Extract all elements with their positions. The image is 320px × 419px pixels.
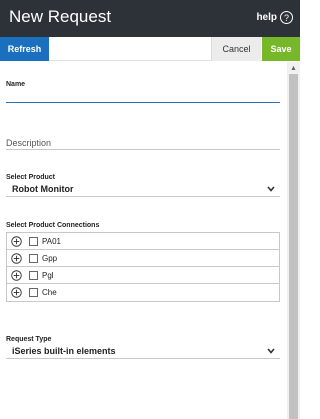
product-label: Select Product	[6, 174, 56, 181]
connection-row: Pgl	[7, 267, 279, 284]
connection-row: PA01	[7, 233, 279, 250]
app-header: New Request help ?	[0, 0, 300, 37]
connection-checkbox[interactable]	[29, 254, 38, 263]
chevron-down-icon	[267, 186, 275, 192]
request-type-select[interactable]: iSeries built-in elements	[6, 345, 280, 359]
refresh-button[interactable]: Refresh	[0, 37, 49, 61]
description-input[interactable]	[6, 136, 280, 150]
form-panel: Name Select Product Robot Monitor Select…	[0, 62, 287, 419]
request-type-label: Request Type	[6, 336, 52, 343]
name-input[interactable]	[6, 89, 280, 103]
help-link[interactable]: help ?	[256, 11, 293, 24]
connection-name: Pgl	[42, 271, 54, 280]
question-circle-icon: ?	[280, 11, 293, 24]
vertical-scrollbar[interactable]: ▲	[287, 62, 300, 419]
scroll-up-arrow-icon[interactable]: ▲	[287, 62, 300, 74]
request-type-select-value: iSeries built-in elements	[12, 346, 116, 356]
connections-label: Select Product Connections	[6, 222, 100, 229]
page-title: New Request	[9, 7, 112, 26]
product-select[interactable]: Robot Monitor	[6, 183, 280, 197]
expand-plus-icon[interactable]	[11, 236, 22, 247]
chevron-down-icon	[267, 348, 275, 354]
connection-name: Gpp	[42, 254, 58, 263]
save-button[interactable]: Save	[262, 37, 300, 61]
scrollbar-thumb[interactable]	[289, 74, 298, 419]
cancel-button[interactable]: Cancel	[211, 37, 261, 61]
toolbar: Refresh Cancel Save	[0, 37, 300, 61]
connection-name: PA01	[42, 237, 61, 246]
connection-name: Che	[42, 288, 57, 297]
connection-checkbox[interactable]	[29, 237, 38, 246]
connections-table: PA01 Gpp Pgl Che	[6, 232, 280, 302]
connection-checkbox[interactable]	[29, 271, 38, 280]
expand-plus-icon[interactable]	[11, 253, 22, 264]
connection-row: Che	[7, 284, 279, 301]
expand-plus-icon[interactable]	[11, 270, 22, 281]
name-label: Name	[6, 81, 26, 88]
expand-plus-icon[interactable]	[11, 287, 22, 298]
connection-checkbox[interactable]	[29, 288, 38, 297]
connection-row: Gpp	[7, 250, 279, 267]
help-label: help	[256, 12, 277, 23]
product-select-value: Robot Monitor	[12, 184, 74, 194]
